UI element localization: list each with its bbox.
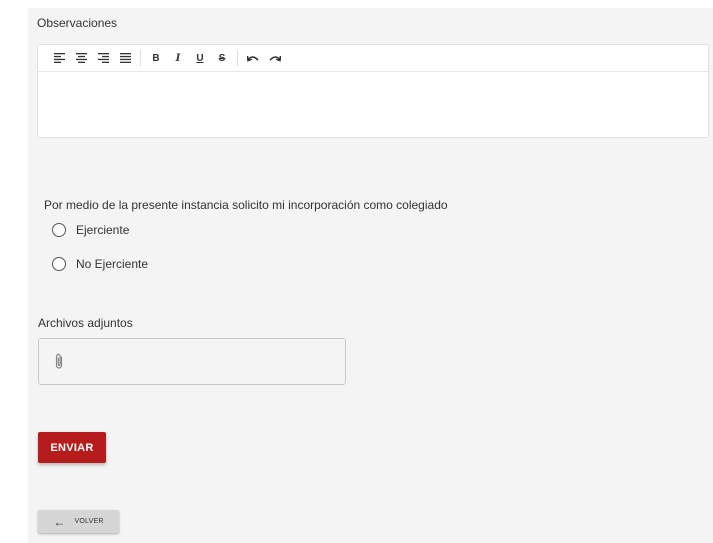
observaciones-editor[interactable]: B I U S bbox=[37, 44, 709, 138]
editor-content-area[interactable] bbox=[38, 72, 708, 137]
bold-icon[interactable]: B bbox=[145, 48, 167, 68]
undo-icon[interactable] bbox=[242, 48, 264, 68]
paperclip-icon bbox=[54, 353, 64, 375]
back-label: VOLVER bbox=[74, 518, 104, 525]
radio-label: Ejerciente bbox=[76, 223, 130, 237]
radio-option-no-ejerciente[interactable]: No Ejerciente bbox=[52, 257, 148, 271]
toolbar-separator bbox=[237, 50, 238, 66]
adjuntos-label: Archivos adjuntos bbox=[38, 316, 133, 330]
radio-option-ejerciente[interactable]: Ejerciente bbox=[52, 223, 129, 237]
align-left-icon[interactable] bbox=[48, 48, 70, 68]
redo-icon[interactable] bbox=[264, 48, 286, 68]
arrow-left-icon: ← bbox=[53, 514, 66, 529]
observaciones-label: Observaciones bbox=[37, 16, 118, 30]
radio-button[interactable] bbox=[52, 257, 66, 271]
back-button[interactable]: ← VOLVER bbox=[38, 510, 119, 533]
strikethrough-icon[interactable]: S bbox=[211, 48, 233, 68]
align-justify-icon[interactable] bbox=[114, 48, 136, 68]
radio-button[interactable] bbox=[52, 223, 66, 237]
incorporacion-question: Por medio de la presente instancia solic… bbox=[44, 198, 448, 212]
align-right-icon[interactable] bbox=[92, 48, 114, 68]
send-button[interactable]: ENVIAR bbox=[38, 432, 106, 463]
attachment-field[interactable] bbox=[38, 338, 346, 385]
radio-label: No Ejerciente bbox=[76, 257, 149, 271]
underline-icon[interactable]: U bbox=[189, 48, 211, 68]
align-center-icon[interactable] bbox=[70, 48, 92, 68]
toolbar-separator bbox=[140, 50, 141, 66]
italic-icon[interactable]: I bbox=[167, 48, 189, 68]
editor-toolbar: B I U S bbox=[38, 45, 708, 72]
